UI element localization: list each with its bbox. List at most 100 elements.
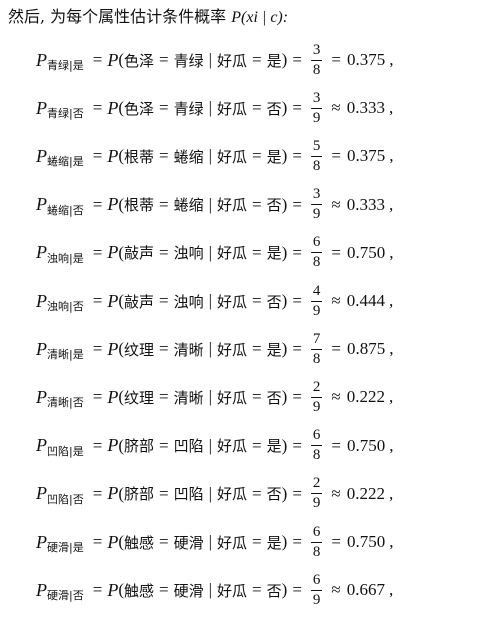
attribute-name: 根蒂 [123, 147, 154, 166]
fraction-denominator: 8 [312, 447, 321, 464]
close-paren: ) [281, 435, 288, 455]
attribute-name: 敲声 [123, 244, 154, 263]
prob-symbol: P [36, 579, 47, 600]
fraction-denominator: 8 [312, 543, 321, 560]
probability-value: 0.222 [346, 387, 385, 407]
equals-sign: = [292, 580, 302, 600]
equals-sign: = [92, 339, 103, 359]
equals-sign: = [159, 194, 169, 214]
prob-function: P [107, 145, 119, 166]
equals-sign: = [292, 242, 302, 262]
equation-row: P 浊响|是 = P(敲声 = 浊响 | 好瓜 = 是) = 6 8 = 0.750, [36, 229, 476, 277]
equals-sign: = [252, 435, 262, 455]
prob-function: P [107, 49, 119, 70]
prob-subscript: 凹陷|是 [47, 444, 84, 458]
attribute-value: 清晰 [173, 388, 204, 407]
attribute-value: 青绿 [173, 99, 204, 118]
relation-sign: ≈ [331, 98, 341, 118]
prob-symbol: P [36, 145, 47, 166]
equals-sign: = [252, 242, 262, 262]
equals-sign: = [292, 387, 302, 407]
attribute-value: 凹陷 [173, 485, 204, 504]
prob-function: P [107, 290, 119, 311]
equals-sign: = [252, 387, 262, 407]
equation-row: P 清晰|是 = P(纹理 = 清晰 | 好瓜 = 是) = 7 8 = 0.875, [36, 325, 476, 373]
probability-value: 0.333 [346, 194, 385, 214]
relation-sign: ≈ [331, 483, 341, 503]
probability-value: 0.222 [346, 483, 385, 503]
attribute-name: 纹理 [123, 388, 154, 407]
equation-row: P 青绿|否 = P(色泽 = 青绿 | 好瓜 = 否) = 3 9 ≈0.333, [36, 84, 476, 132]
attribute-value: 浊响 [173, 244, 204, 263]
probability-value: 0.375 [347, 146, 386, 166]
fraction: 39 [310, 90, 323, 127]
equation-row: P 浊响|否 = P(敲声 = 浊响 | 好瓜 = 否) = 4 9 ≈0.444, [36, 277, 476, 325]
fraction-denominator: 9 [312, 302, 321, 319]
class-name: 好瓜 [217, 51, 248, 70]
equals-sign: = [159, 387, 169, 407]
attribute-name: 色泽 [123, 51, 154, 70]
prob-function: P [107, 435, 119, 456]
equals-sign: = [92, 194, 103, 214]
equation-row: P 蜷缩|否 = P(根蒂 = 蜷缩 | 好瓜 = 否) = 3 9 ≈0.333, [36, 181, 476, 229]
close-paren: ) [281, 291, 288, 310]
equals-sign: = [92, 98, 103, 118]
prob-subscript: 清晰|否 [47, 396, 84, 410]
relation-sign: = [331, 435, 341, 455]
attribute-name: 脐部 [123, 437, 154, 456]
class-name: 好瓜 [217, 533, 248, 552]
close-paren: ) [281, 98, 288, 118]
fraction-numerator: 2 [310, 475, 323, 495]
class-name: 好瓜 [217, 388, 248, 407]
class-value: 是 [266, 340, 282, 359]
fraction-denominator: 9 [312, 591, 321, 608]
relation-sign: = [331, 50, 341, 69]
prob-function: P [107, 531, 119, 552]
prob-subscript: 青绿|否 [47, 107, 84, 121]
prob-subscript: 清晰|是 [47, 348, 84, 362]
equals-sign: = [159, 532, 169, 551]
close-paren: ) [281, 483, 288, 503]
fraction-numerator: 5 [310, 138, 323, 157]
class-name: 好瓜 [217, 437, 248, 456]
probability-value: 0.375 [347, 50, 386, 69]
equation-row: P 凹陷|是 = P(脐部 = 凹陷 | 好瓜 = 是) = 6 8 = 0.750, [36, 422, 476, 470]
equals-sign: = [252, 194, 262, 214]
given-bar: | [208, 194, 213, 214]
prob-subscript: 浊响|否 [47, 300, 84, 313]
prob-subscript: 浊响|是 [47, 251, 84, 265]
equals-sign: = [292, 483, 302, 503]
relation-sign: = [331, 242, 341, 262]
comma: , [389, 435, 394, 455]
attribute-value: 浊响 [173, 292, 204, 311]
equals-sign: = [159, 291, 169, 310]
fraction-denominator: 9 [312, 109, 321, 126]
equals-sign: = [292, 532, 302, 551]
fraction-numerator: 3 [310, 186, 323, 206]
fraction: 39 [310, 186, 323, 223]
relation-sign: = [331, 146, 341, 166]
fraction: 29 [310, 475, 323, 512]
prob-symbol: P [36, 531, 47, 552]
relation-sign: ≈ [331, 580, 341, 600]
comma: , [389, 532, 394, 551]
class-value: 是 [266, 244, 282, 263]
equals-sign: = [292, 50, 302, 69]
prob-symbol: P [36, 242, 47, 263]
close-paren: ) [281, 50, 288, 69]
fraction: 68 [310, 427, 323, 464]
class-name: 好瓜 [217, 485, 248, 504]
equals-sign: = [252, 339, 262, 359]
equation-row: P 硬滑|否 = P(触感 = 硬滑 | 好瓜 = 否) = 6 9 ≈0.667, [36, 566, 476, 614]
fraction: 78 [310, 331, 323, 368]
comma: , [389, 98, 394, 118]
relation-sign: ≈ [331, 194, 341, 214]
class-value: 否 [266, 99, 282, 118]
comma: , [389, 387, 394, 407]
given-bar: | [208, 339, 213, 359]
fraction-denominator: 9 [312, 206, 321, 223]
prob-function: P [107, 338, 119, 359]
comma: , [389, 580, 394, 600]
equals-sign: = [292, 339, 302, 359]
class-value: 否 [266, 292, 282, 311]
